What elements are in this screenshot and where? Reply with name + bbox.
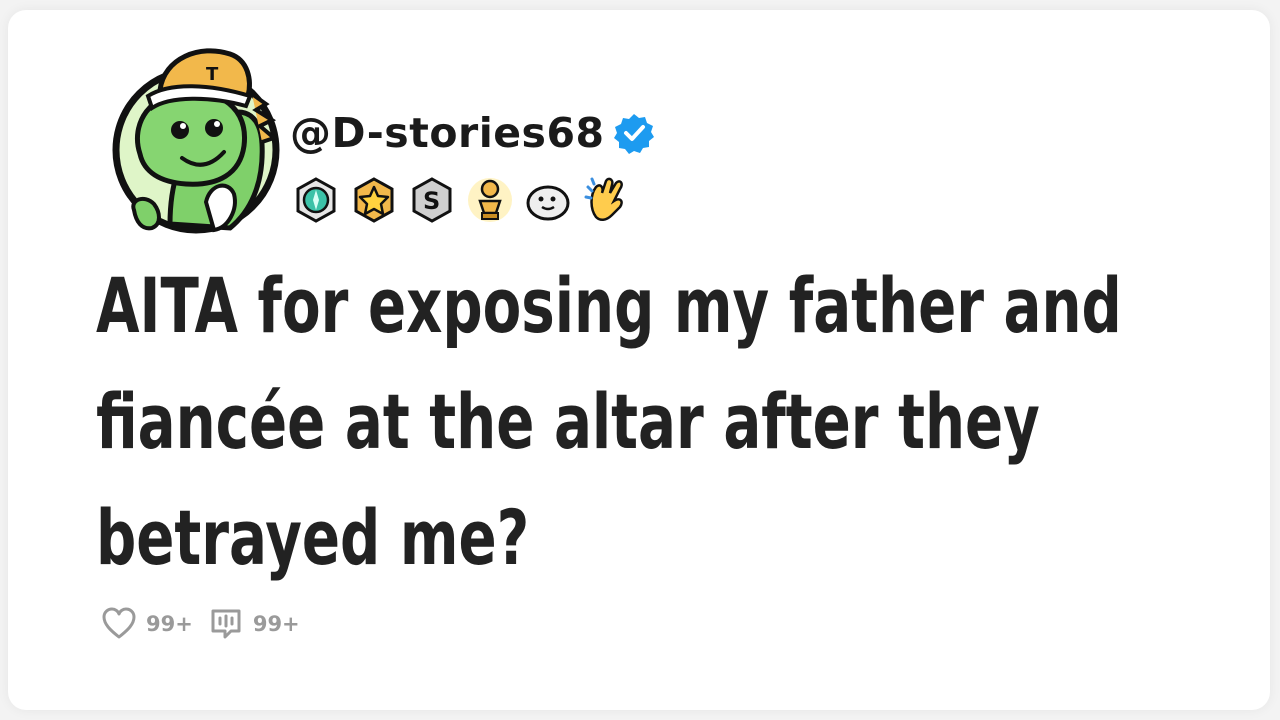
silver-s-award-icon[interactable]: S [406, 173, 458, 227]
seal-award-icon[interactable] [522, 173, 574, 227]
post-title[interactable]: AITA for exposing my father and fiancée … [96, 248, 1132, 596]
gold-trophy-award-icon[interactable] [464, 173, 516, 227]
dinosaur-mascot-icon[interactable]: T [110, 34, 282, 234]
comment-count: 99+ [252, 612, 300, 636]
comment-icon[interactable] [207, 605, 245, 643]
svg-text:T: T [206, 64, 219, 85]
author-row: @D-stories68 [290, 106, 655, 160]
author-handle[interactable]: @D-stories68 [290, 109, 605, 157]
post-stats: 99+ 99+ [100, 604, 314, 644]
svg-text:S: S [423, 187, 440, 215]
crystal-award-icon[interactable] [290, 173, 342, 227]
heart-icon[interactable] [100, 605, 138, 643]
clap-hands-award-icon[interactable] [580, 173, 632, 227]
star-award-icon[interactable] [348, 173, 400, 227]
like-count: 99+ [146, 612, 193, 636]
award-badges: S [290, 172, 632, 228]
verified-badge-icon [613, 114, 654, 154]
